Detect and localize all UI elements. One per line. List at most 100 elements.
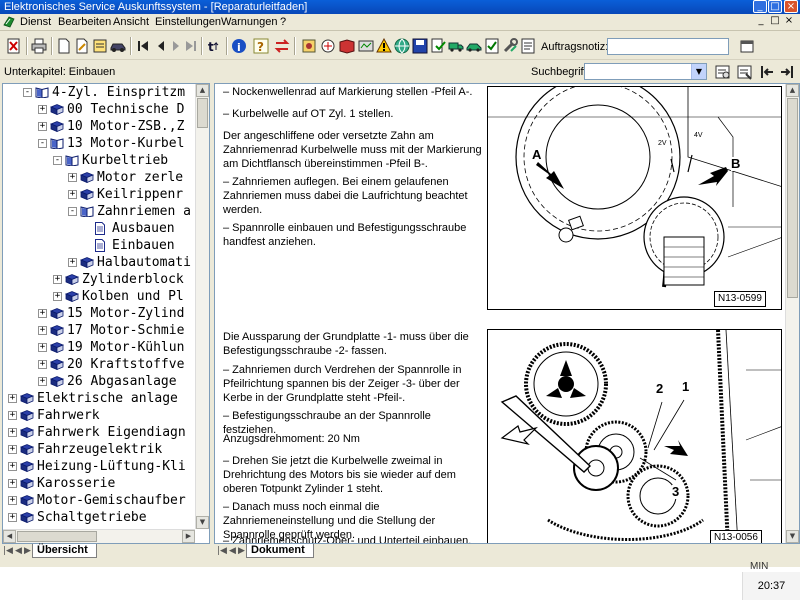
expand-icon[interactable]: +	[8, 462, 17, 471]
expand-icon[interactable]: +	[8, 394, 17, 403]
expand-icon[interactable]: +	[38, 309, 47, 318]
tree-item[interactable]: - Kurbeltrieb	[3, 152, 195, 169]
tree-item[interactable]: Ausbauen	[3, 220, 195, 237]
expand-icon[interactable]: +	[8, 513, 17, 522]
last-page-icon[interactable]	[181, 36, 201, 56]
scroll-up-icon[interactable]: ▲	[786, 84, 799, 97]
close-button[interactable]: ×	[784, 0, 798, 13]
child-close-button[interactable]: ×	[783, 15, 795, 28]
tab-first-icon[interactable]: |◀	[217, 546, 227, 556]
auftragsnotiz-input[interactable]	[607, 38, 729, 55]
tree-vertical-scrollbar[interactable]: ▲ ▼	[195, 84, 209, 529]
tree-item[interactable]: + Elektrische anlage	[3, 390, 195, 407]
expand-icon[interactable]: +	[8, 411, 17, 420]
wiring-icon[interactable]	[318, 36, 338, 56]
search-previous-icon[interactable]	[757, 62, 777, 82]
tree-item[interactable]: +15 Motor-Zylind	[3, 305, 195, 322]
tree-item[interactable]: +19 Motor-Kühlun	[3, 339, 195, 356]
vehicle-icon[interactable]	[108, 36, 128, 56]
expand-icon[interactable]: +	[8, 496, 17, 505]
tree-item[interactable]: + Fahrzeugelektrik	[3, 441, 195, 458]
tree-item[interactable]: + Schaltgetriebe	[3, 509, 195, 526]
tree-item[interactable]: + Halbautomati	[3, 254, 195, 271]
save-icon[interactable]	[410, 36, 430, 56]
tab-first-icon[interactable]: |◀	[3, 546, 13, 556]
tree-item[interactable]: +10 Motor-ZSB.,Z	[3, 118, 195, 135]
tree-item[interactable]: - Zahnriemen a	[3, 203, 195, 220]
child-restore-button[interactable]: □	[769, 15, 781, 28]
expand-icon[interactable]: +	[8, 428, 17, 437]
tree-item[interactable]: + Fahrwerk Eigendiagn	[3, 424, 195, 441]
car-icon[interactable]	[464, 36, 484, 56]
menu-warnungen[interactable]: Warnungen	[221, 16, 277, 29]
tree-item[interactable]: +26 Abgasanlage	[3, 373, 195, 390]
collapse-icon[interactable]: -	[38, 139, 47, 148]
collapse-icon[interactable]: -	[53, 156, 62, 165]
tree-item[interactable]: +17 Motor-Schmie	[3, 322, 195, 339]
checklist-icon[interactable]	[482, 36, 502, 56]
tree-item[interactable]: + Karosserie	[3, 475, 195, 492]
chevron-down-icon[interactable]: ▼	[691, 64, 706, 79]
search-all-icon[interactable]	[735, 62, 755, 82]
tab-prev-icon[interactable]: ◀	[15, 546, 22, 556]
manual-icon[interactable]	[337, 36, 357, 56]
tree-horizontal-scrollbar[interactable]: ◀ ▶	[3, 529, 195, 543]
scroll-right-icon[interactable]: ▶	[182, 530, 195, 543]
notepad-icon[interactable]	[737, 36, 757, 56]
menu-dienst[interactable]: Dienst	[20, 16, 51, 29]
scroll-left-icon[interactable]: ◀	[3, 530, 16, 543]
globe-icon[interactable]	[392, 36, 412, 56]
diagnosis-icon[interactable]	[356, 36, 376, 56]
first-page-icon[interactable]	[133, 36, 153, 56]
expand-icon[interactable]: +	[38, 105, 47, 114]
expand-icon[interactable]: +	[68, 190, 77, 199]
minimized-window-label[interactable]: MIN	[750, 561, 768, 572]
print-icon[interactable]	[29, 36, 49, 56]
collapse-icon[interactable]: -	[23, 88, 32, 97]
tab-next-icon[interactable]: ▶	[238, 546, 245, 556]
document-scroll-thumb[interactable]	[787, 98, 798, 298]
tree-item[interactable]: + Motor zerle	[3, 169, 195, 186]
expand-icon[interactable]: +	[53, 292, 62, 301]
truck-icon[interactable]	[446, 36, 466, 56]
tree-scroll-thumb[interactable]	[197, 98, 208, 128]
tree-item[interactable]: +20 Kraftstoffve	[3, 356, 195, 373]
expand-icon[interactable]: +	[8, 445, 17, 454]
top-chapter-icon[interactable]: t	[204, 36, 224, 56]
expand-icon[interactable]: +	[8, 479, 17, 488]
tree-item[interactable]: + Heizung-Lüftung-Kli	[3, 458, 195, 475]
tree-hscroll-thumb[interactable]	[17, 531, 97, 542]
tab-uebersicht[interactable]: Übersicht	[32, 544, 97, 558]
tree-item[interactable]: - 4-Zyl. Einspritzm	[3, 84, 195, 101]
new-document-icon[interactable]	[54, 36, 74, 56]
expand-icon[interactable]: +	[68, 173, 77, 182]
document-list-icon[interactable]	[518, 36, 538, 56]
menu-help[interactable]: ?	[280, 16, 286, 29]
exit-icon[interactable]	[4, 36, 24, 56]
child-minimize-button[interactable]: _	[755, 15, 767, 28]
component-icon[interactable]	[299, 36, 319, 56]
menu-ansicht[interactable]: Ansicht	[113, 16, 149, 29]
maximize-button[interactable]: □	[768, 0, 782, 13]
tree-item[interactable]: + Kolben und Pl	[3, 288, 195, 305]
document-save-icon[interactable]	[428, 36, 448, 56]
tree-item[interactable]: + Keilrippenr	[3, 186, 195, 203]
menu-bearbeiten[interactable]: Bearbeiten	[58, 16, 111, 29]
tab-next-icon[interactable]: ▶	[24, 546, 31, 556]
tree-item[interactable]: + Zylinderblock	[3, 271, 195, 288]
expand-icon[interactable]: +	[38, 377, 47, 386]
scroll-up-icon[interactable]: ▲	[196, 84, 209, 97]
search-icon[interactable]	[713, 62, 733, 82]
expand-icon[interactable]: +	[38, 326, 47, 335]
expand-icon[interactable]: +	[53, 275, 62, 284]
tree-item[interactable]: + Motor-Gemischaufber	[3, 492, 195, 509]
switch-icon[interactable]	[272, 36, 292, 56]
expand-icon[interactable]: +	[38, 122, 47, 131]
notes-icon[interactable]	[90, 36, 110, 56]
tab-dokument[interactable]: Dokument	[246, 544, 314, 558]
collapse-icon[interactable]: -	[68, 207, 77, 216]
tree-item[interactable]: + Fahrwerk	[3, 407, 195, 424]
info-icon[interactable]: i	[229, 36, 249, 56]
tab-prev-icon[interactable]: ◀	[229, 546, 236, 556]
scroll-down-icon[interactable]: ▼	[786, 530, 799, 543]
